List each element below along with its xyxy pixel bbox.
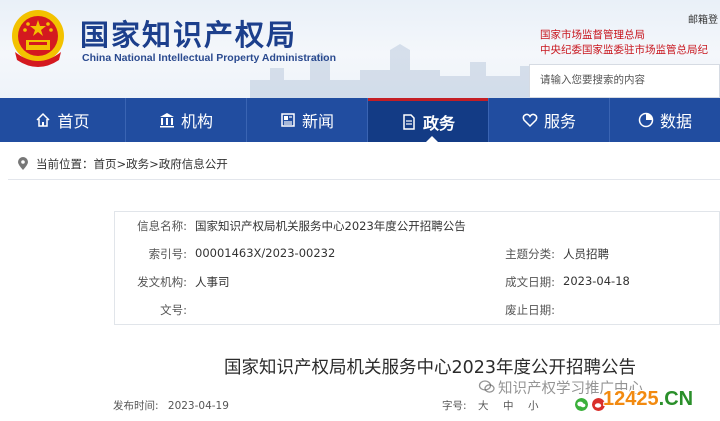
samr-link[interactable]: 国家市场监督管理总局 [540,27,645,42]
info-row-name: 信息名称: 国家知识产权局机关服务中心2023年度公开招聘公告 [115,218,720,246]
info-row-org: 发文机构: 人事司 成文日期: 2023-04-18 [115,274,720,302]
nav-label: 新闻 [301,112,334,131]
breadcrumb-government-affairs[interactable]: 政务 [126,156,149,172]
wechat-account-icon [478,380,495,393]
info-value-index: 00001463X/2023-00232 [195,246,336,260]
nav-label: 数据 [659,112,692,131]
info-label-docno: 文号: [160,303,187,317]
nav-label: 首页 [57,112,90,131]
search-input[interactable] [540,74,715,86]
info-value-topic: 人员招聘 [563,247,609,261]
publish-time-label: 发布时间: [113,400,159,412]
info-meta-table: 信息名称: 国家知识产权局机关服务中心2023年度公开招聘公告 索引号: 000… [114,211,720,325]
watermark-brand-tld: CN [664,388,694,410]
info-row-index: 索引号: 00001463X/2023-00232 主题分类: 人员招聘 [115,246,720,274]
nav-label: 机构 [180,112,213,131]
mail-login-link[interactable]: 邮箱登 [688,11,718,26]
info-label-date: 成文日期: [505,275,555,289]
font-size-small[interactable]: 小 [528,398,539,413]
breadcrumb-prefix: 当前位置： [36,156,94,171]
info-label-index: 索引号: [148,247,187,261]
font-size-medium[interactable]: 中 [503,398,514,413]
location-pin-icon [18,156,28,170]
publish-time-value: 2023-04-19 [167,400,229,412]
info-value-date: 2023-04-18 [563,274,630,288]
nav-label: 政务 [422,113,455,133]
info-row-doc: 文号: 废止日期: [115,302,720,330]
info-label-org: 发文机构: [137,275,187,289]
info-label-name: 信息名称: [137,219,187,233]
info-label-expire: 废止日期: [505,303,555,317]
wechat-share-icon[interactable] [575,398,588,411]
main-nav: 首页 机构 新闻 政务 服务 数据 [0,98,720,142]
info-label-topic: 主题分类: [505,247,555,261]
article-title: 国家知识产权局机关服务中心2023年度公开招聘公告 [223,358,637,378]
building-icon [159,113,174,128]
nav-item-home[interactable]: 首页 [0,98,125,142]
breadcrumb-separator: > [149,156,159,171]
pie-chart-icon [638,112,654,128]
nav-item-services[interactable]: 服务 [489,98,609,142]
nav-item-news[interactable]: 新闻 [247,98,367,142]
nav-item-organization[interactable]: 机构 [126,98,246,142]
home-icon [36,112,51,127]
breadcrumb: 当前位置： 首页 > 政务 > 政府信息公开 [8,148,720,180]
heart-hand-icon [522,113,538,128]
watermark-brand-logo: 12425.CN [603,388,693,411]
active-nav-indicator [426,136,438,142]
breadcrumb-separator: > [116,156,127,171]
info-value-name: 国家知识产权局机关服务中心2023年度公开招聘公告 [195,219,466,233]
publish-time: 发布时间: 2023-04-19 [113,398,229,413]
national-emblem-icon [12,10,64,67]
breadcrumb-home[interactable]: 首页 [94,156,117,172]
newspaper-icon [281,113,295,127]
site-logo-subtitle: China National Intellectual Property Adm… [82,52,336,64]
watermark-brand-number: 12425 [603,388,659,410]
nav-item-data[interactable]: 数据 [610,98,720,142]
breadcrumb-info-disclosure[interactable]: 政府信息公开 [159,156,228,172]
nav-label: 服务 [543,112,576,131]
font-size-label: 字号: [442,400,467,412]
discipline-committee-link[interactable]: 中央纪委国家监委驻市场监管总局纪 [540,42,708,57]
font-size-large[interactable]: 大 [478,398,489,413]
site-header: 国家知识产权局 China National Intellectual Prop… [0,0,720,98]
site-logo-title[interactable]: 国家知识产权局 [80,12,297,54]
info-value-org: 人事司 [195,275,230,289]
document-icon [403,113,415,130]
search-box[interactable] [529,64,720,98]
